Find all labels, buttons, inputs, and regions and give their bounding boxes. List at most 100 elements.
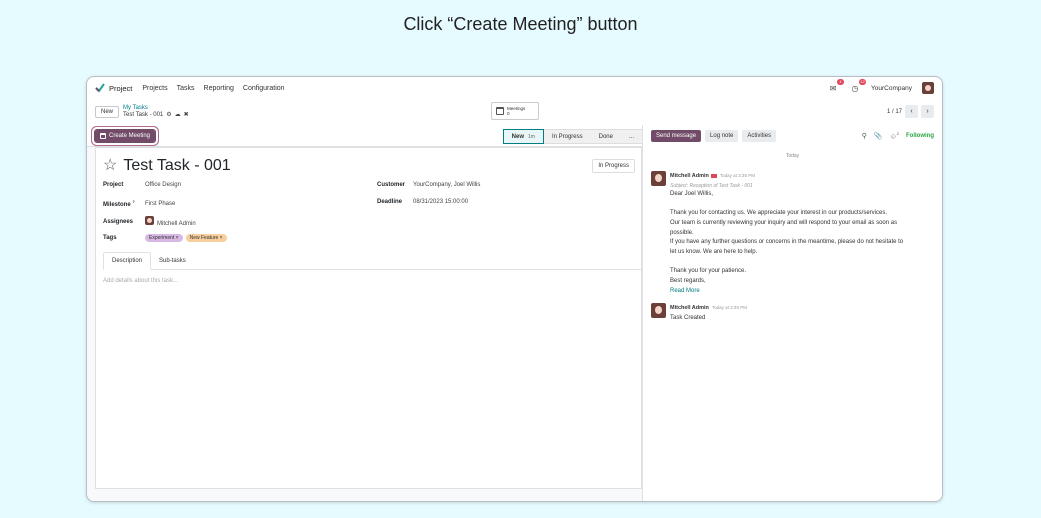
milestone-value[interactable]: First Phase: [145, 201, 175, 207]
message-line: possible.: [670, 229, 694, 236]
chat-icon[interactable]: ✉ 4: [827, 79, 845, 93]
status-tag[interactable]: In Progress: [592, 159, 635, 173]
chat-badge: 4: [837, 79, 845, 85]
assignees-field: Assignees Mitchell Admin: [103, 216, 196, 227]
tag-new-feature[interactable]: New Feature ×: [185, 234, 227, 242]
message-line: Our team is currently reviewing your inq…: [670, 219, 898, 226]
breadcrumb: My Tasks Test Task - 001 ⚙ ☁ ✖: [123, 105, 189, 119]
author-avatar[interactable]: [651, 171, 666, 186]
read-more-link[interactable]: Read More: [670, 287, 903, 297]
discard-icon[interactable]: ✖: [184, 112, 189, 119]
user-avatar[interactable]: [922, 82, 934, 94]
stage-done[interactable]: Done: [590, 129, 621, 144]
notebook-tabs: Description Sub-tasks: [103, 252, 641, 270]
message-line: Dear Joel Willis,: [670, 190, 714, 197]
breadcrumb-my-tasks[interactable]: My Tasks: [123, 105, 189, 112]
deadline-value[interactable]: 08/31/2023 15:00:00: [413, 199, 468, 205]
menu-reporting[interactable]: Reporting: [204, 85, 234, 92]
message-body: Mitchell Admin Today at 3:35 PM Subject: …: [670, 171, 903, 296]
menu-configuration[interactable]: Configuration: [243, 85, 285, 92]
tags-field: Tags Experiment × New Feature ×: [103, 234, 230, 242]
message-author[interactable]: Mitchell Admin: [670, 305, 709, 311]
clock-icon[interactable]: ◷ 12: [849, 79, 867, 93]
log-note-button[interactable]: Log note: [705, 130, 739, 142]
star-icon[interactable]: ☆: [103, 158, 117, 174]
description-editor[interactable]: Add details about this task...: [103, 278, 178, 284]
title-row: ☆ Test Task - 001: [103, 157, 231, 175]
search-icon[interactable]: ⚲: [862, 132, 867, 140]
create-meeting-label: Create Meeting: [109, 132, 151, 139]
gear-icon[interactable]: ⚙: [166, 112, 171, 119]
pager-value[interactable]: 1 / 17: [887, 109, 902, 115]
message-line: Best regards,: [670, 278, 706, 285]
customer-field: Customer YourCompany, Joel Willis: [377, 182, 480, 188]
message-line: Thank you for your patience.: [670, 268, 747, 275]
message-line: Thank you for contacting us. We apprecia…: [670, 210, 887, 217]
stage-time: 1m: [528, 133, 535, 140]
company-switcher[interactable]: YourCompany: [871, 85, 912, 92]
envelope-icon: [710, 173, 717, 178]
chatter-topbar: Send message Log note Activities ⚲ 📎 ☺2 …: [643, 125, 942, 147]
tab-description[interactable]: Description: [103, 252, 152, 270]
stage-in-progress[interactable]: In Progress: [543, 129, 591, 144]
customer-label: Customer: [377, 182, 406, 188]
message-line: let us know. We are here to help.: [670, 248, 758, 255]
followers-icon[interactable]: ☺2: [890, 131, 899, 140]
menu-projects[interactable]: Projects: [142, 85, 167, 92]
app-name[interactable]: Project: [109, 84, 132, 93]
message-line: [670, 199, 903, 209]
following-button[interactable]: Following: [906, 133, 934, 139]
menu-tasks[interactable]: Tasks: [177, 85, 195, 92]
project-value[interactable]: Office Design: [145, 182, 181, 188]
message-line: [670, 258, 903, 268]
customer-value[interactable]: YourCompany, Joel Willis: [413, 182, 480, 188]
calendar-icon: [496, 107, 504, 115]
tags-label: Tags: [103, 235, 117, 241]
calendar-icon: [100, 132, 106, 139]
chatter-message: Mitchell Admin Today at 3:35 PM Subject: …: [651, 171, 903, 296]
date-separator: Today: [785, 153, 800, 159]
meetings-smart-button[interactable]: Meetings 0: [491, 102, 539, 120]
project-field: Project Office Design: [103, 182, 181, 188]
deadline-field: Deadline 08/31/2023 15:00:00: [377, 199, 468, 205]
assignee-value[interactable]: Mitchell Admin: [145, 216, 196, 227]
milestone-field: Milestone ? First Phase: [103, 199, 175, 208]
message-author[interactable]: Mitchell Admin: [670, 173, 709, 179]
assignees-label: Assignees: [103, 218, 134, 225]
main-content: Create Meeting New 1m In Progress Done ..…: [87, 125, 942, 501]
pager-next-icon[interactable]: ›: [921, 105, 934, 118]
pager-previous-icon[interactable]: ‹: [905, 105, 918, 118]
activities-button[interactable]: Activities: [742, 130, 777, 142]
breadcrumb-current-label: Test Task - 001: [123, 112, 164, 118]
message-header: Mitchell Admin Today at 3:35 PM: [670, 171, 903, 182]
form-statusbar: Create Meeting New 1m In Progress Done ..…: [87, 125, 642, 147]
assignee-avatar: [145, 216, 154, 225]
project-app-icon[interactable]: [95, 83, 105, 93]
form-view: Create Meeting New 1m In Progress Done ..…: [87, 125, 643, 501]
top-navbar: Project Projects Tasks Reporting Configu…: [87, 77, 942, 99]
send-message-button[interactable]: Send message: [651, 130, 702, 142]
pager: 1 / 17 ‹ ›: [887, 105, 934, 118]
message-time: Today at 3:35 PM: [719, 173, 755, 178]
deadline-label: Deadline: [377, 199, 403, 205]
activity-badge: 12: [859, 79, 867, 85]
message-text: Task Created: [670, 314, 706, 321]
stage-new[interactable]: New 1m: [502, 129, 544, 144]
stage-more[interactable]: ...: [620, 129, 642, 144]
message-header: Mitchell Admin Today at 3:35 PM: [670, 303, 747, 314]
breadcrumb-current: Test Task - 001 ⚙ ☁ ✖: [123, 112, 189, 119]
cloud-save-icon[interactable]: ☁: [175, 112, 181, 119]
new-button[interactable]: New: [95, 106, 120, 118]
milestone-label: Milestone ?: [103, 199, 135, 208]
task-title[interactable]: Test Task - 001: [123, 157, 230, 175]
create-meeting-button[interactable]: Create Meeting: [93, 128, 157, 143]
control-panel: New My Tasks Test Task - 001 ⚙ ☁ ✖ Meeti…: [87, 99, 942, 125]
chatter-panel: Send message Log note Activities ⚲ 📎 ☺2 …: [643, 125, 942, 501]
paperclip-icon[interactable]: 📎: [874, 132, 883, 140]
meetings-count: 0: [507, 111, 510, 116]
stage-pipeline: New 1m In Progress Done ...: [502, 129, 642, 144]
author-avatar[interactable]: [651, 303, 666, 318]
project-label: Project: [103, 182, 124, 188]
tag-experiment[interactable]: Experiment ×: [145, 234, 183, 242]
tab-subtasks[interactable]: Sub-tasks: [151, 252, 194, 269]
